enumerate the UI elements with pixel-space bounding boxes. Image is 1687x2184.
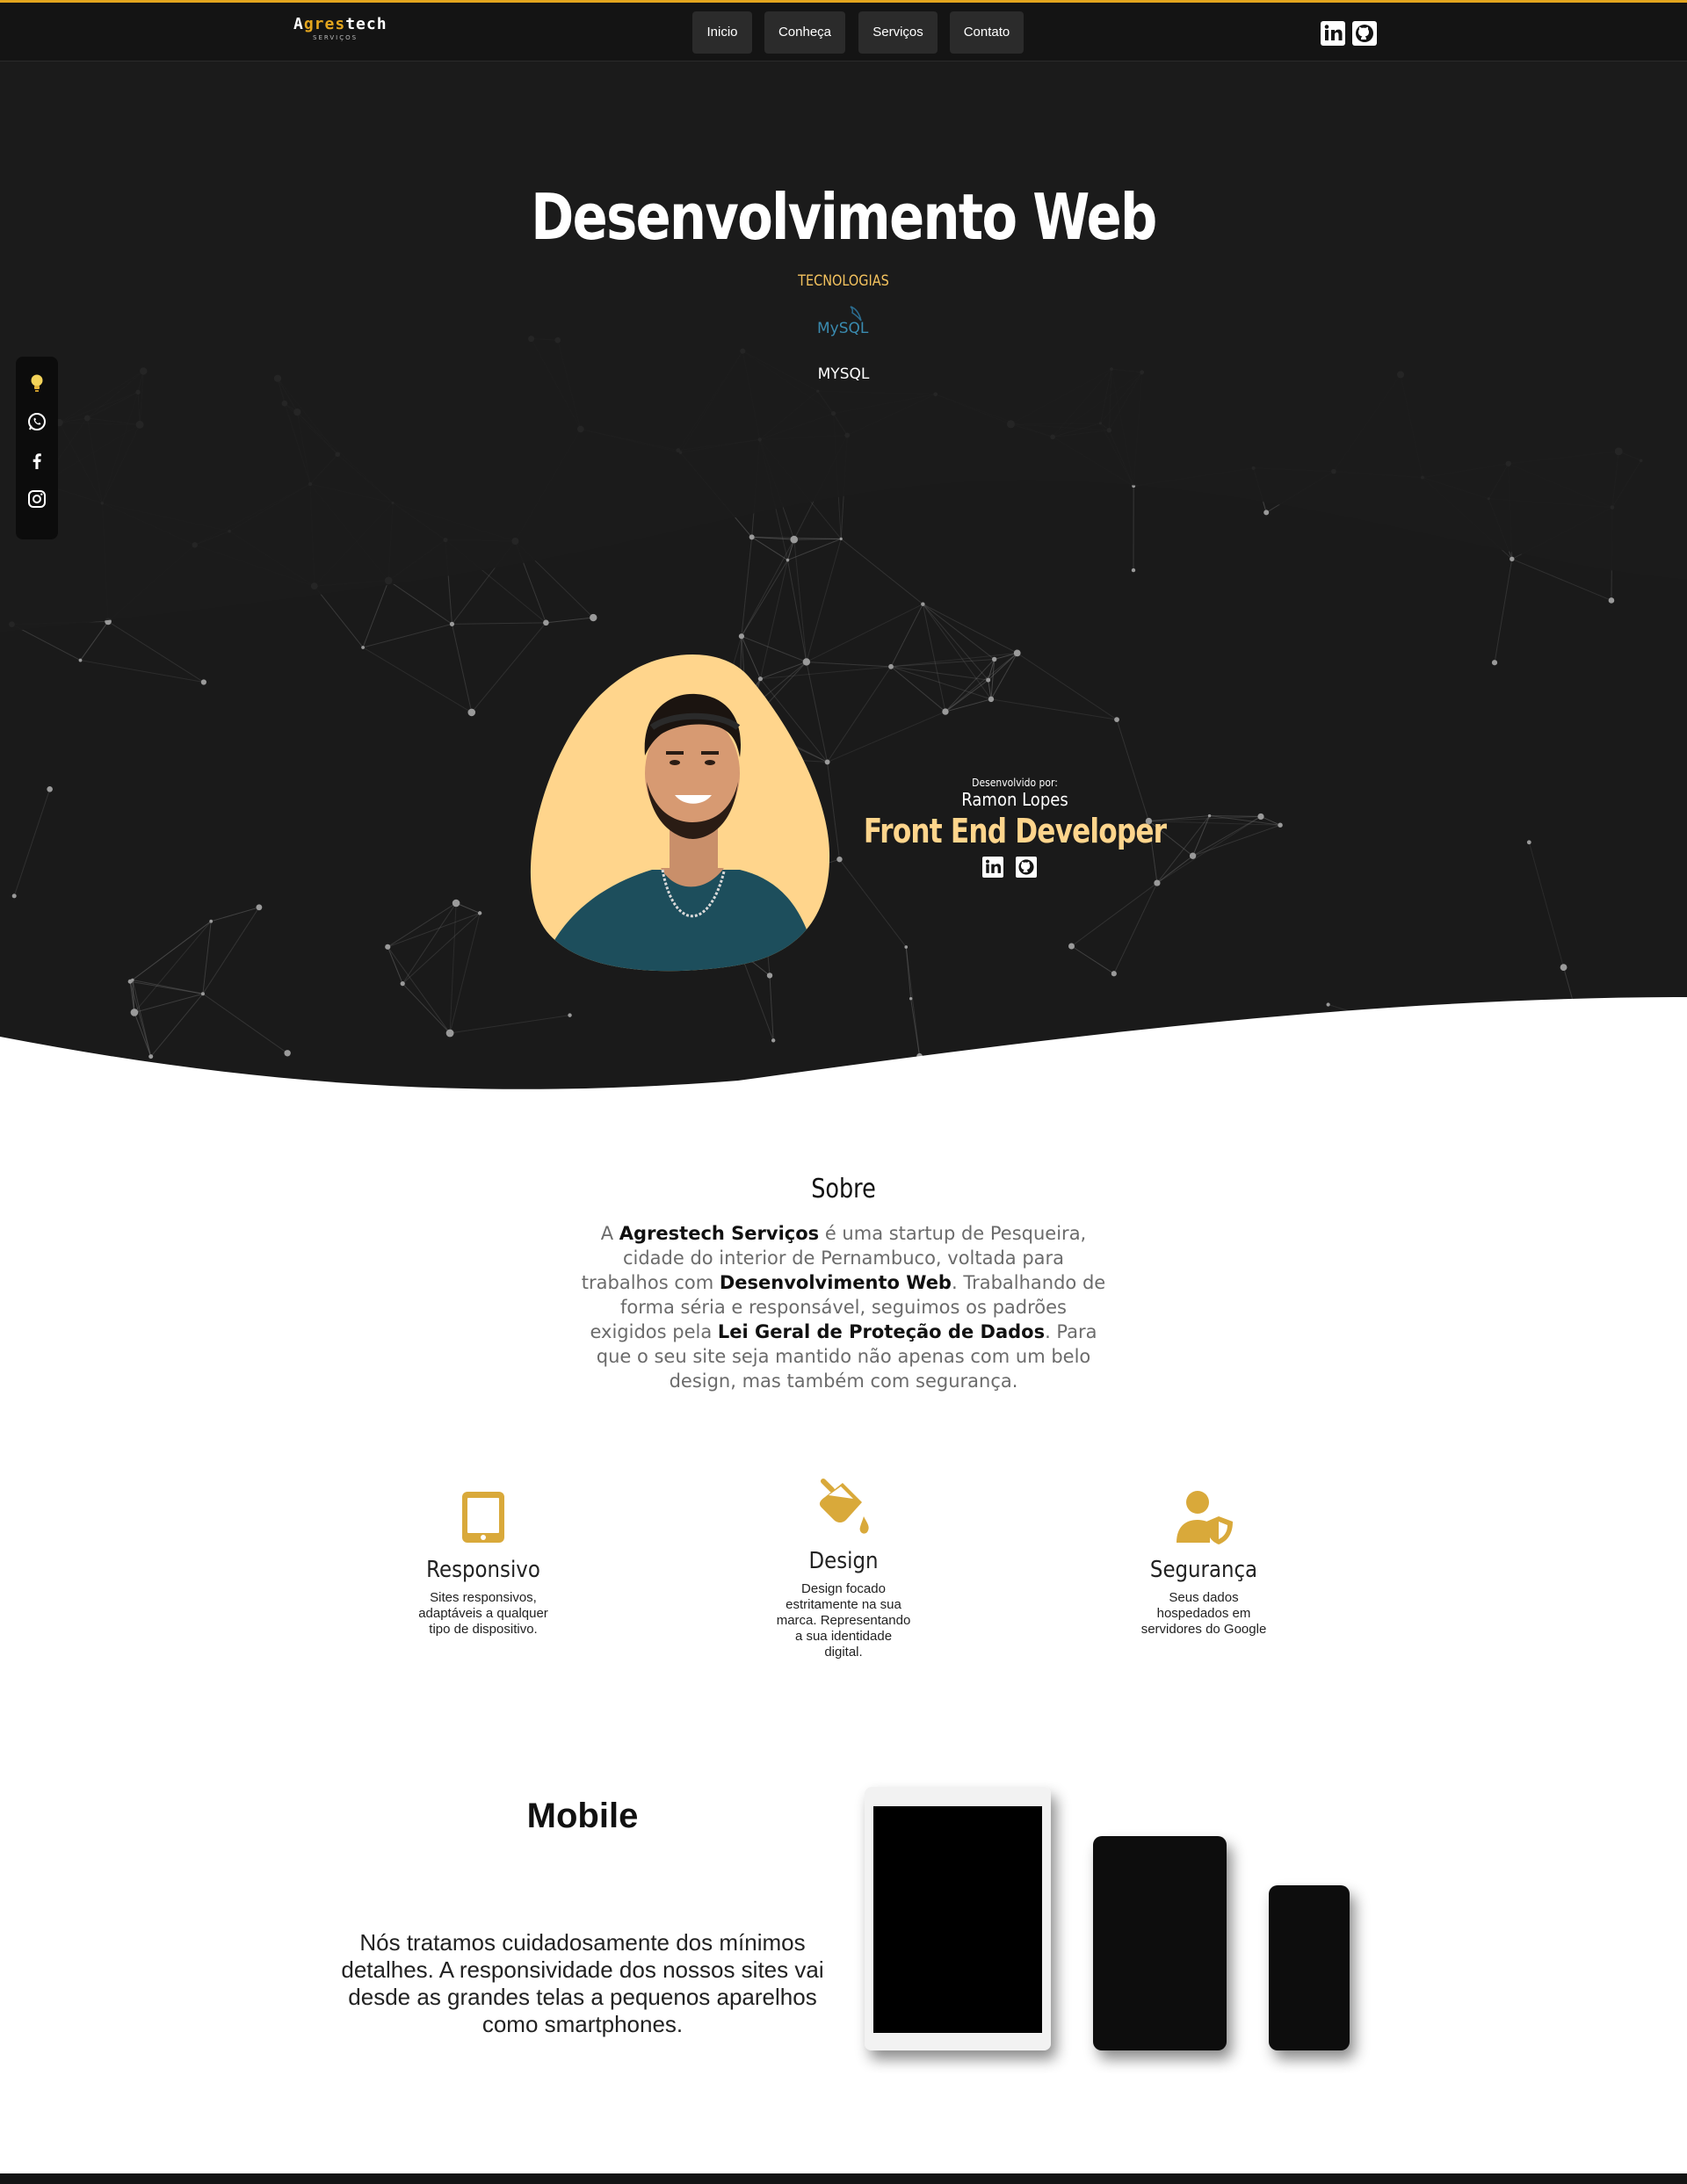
feature-desc: Seus dados hospedados em servidores do G… xyxy=(1140,1590,1267,1637)
mysql-logo-text: MySQL xyxy=(817,320,869,337)
developer-credit: Desenvolvido por: xyxy=(972,777,1058,789)
hero-section: Agrestech SERVIÇOS Inicio Conheça Serviç… xyxy=(0,0,1687,1098)
feature-seguranca: Segurança Seus dados hospedados em servi… xyxy=(1098,1486,1309,1638)
nav-inicio[interactable]: Inicio xyxy=(692,11,752,54)
tech-label: TECNOLOGIAS xyxy=(798,272,889,290)
whatsapp-icon[interactable] xyxy=(26,411,47,432)
smartphone xyxy=(1269,1885,1350,2050)
github-icon[interactable] xyxy=(1352,21,1377,46)
developer-name: Ramon Lopes xyxy=(961,789,1068,810)
about-bold-company: Agrestech Serviços xyxy=(619,1223,820,1244)
nav-contato[interactable]: Contato xyxy=(950,11,1024,54)
facebook-icon[interactable] xyxy=(26,450,47,471)
user-shield-icon xyxy=(1177,1491,1233,1544)
devices-image xyxy=(865,1787,1350,2050)
feature-title: Responsivo xyxy=(426,1557,540,1583)
footer-strip xyxy=(0,2173,1687,2184)
about-title: Sobre xyxy=(811,1174,876,1204)
feature-design: Design Design focado estritamente na sua… xyxy=(738,1478,949,1660)
feature-desc: Sites responsivos, adaptáveis a qualquer… xyxy=(418,1590,548,1637)
brand-logo[interactable]: Agrestech SERVIÇOS xyxy=(293,15,387,43)
linkedin-icon[interactable] xyxy=(1321,21,1345,46)
nav-servicos[interactable]: Serviços xyxy=(858,11,938,54)
about-text: A Agrestech Serviços é uma startup de Pe… xyxy=(581,1223,1106,1392)
about-bold-lgpd: Lei Geral de Proteção de Dados xyxy=(717,1321,1046,1342)
paint-bucket-icon xyxy=(819,1479,869,1534)
tablet-small xyxy=(1093,1836,1227,2050)
brand-name: Agrestech xyxy=(293,15,387,33)
floating-social-bar xyxy=(16,357,58,539)
feature-desc: Design focado estritamente na sua marca.… xyxy=(776,1581,911,1660)
nav-conheca[interactable]: Conheça xyxy=(764,11,845,54)
feature-title: Design xyxy=(808,1548,879,1574)
about-bold-webdev: Desenvolvimento Web xyxy=(719,1272,952,1293)
developer-role: Front End Developer xyxy=(863,812,1167,850)
feature-responsivo: Responsivo Sites responsivos, adaptáveis… xyxy=(378,1486,589,1638)
mobile-title: Mobile xyxy=(526,1797,639,1835)
linkedin-icon[interactable] xyxy=(982,857,1003,878)
lightbulb-icon[interactable] xyxy=(26,372,47,394)
feature-title: Segurança xyxy=(1149,1557,1258,1583)
tablet-icon xyxy=(462,1492,504,1543)
instagram-icon[interactable] xyxy=(26,488,47,510)
navbar: Agrestech SERVIÇOS Inicio Conheça Serviç… xyxy=(0,3,1687,61)
hero-wave-shape xyxy=(0,0,1687,1098)
tech-name: MYSQL xyxy=(817,365,870,383)
mobile-text: Nós tratamos cuidadosamente dos mínimos … xyxy=(341,1929,824,2037)
brand-tagline: SERVIÇOS xyxy=(313,34,358,41)
hero-title: Desenvolvimento Web xyxy=(531,180,1157,254)
github-icon[interactable] xyxy=(1016,857,1037,878)
mysql-logo-icon: MySQL xyxy=(817,306,869,337)
